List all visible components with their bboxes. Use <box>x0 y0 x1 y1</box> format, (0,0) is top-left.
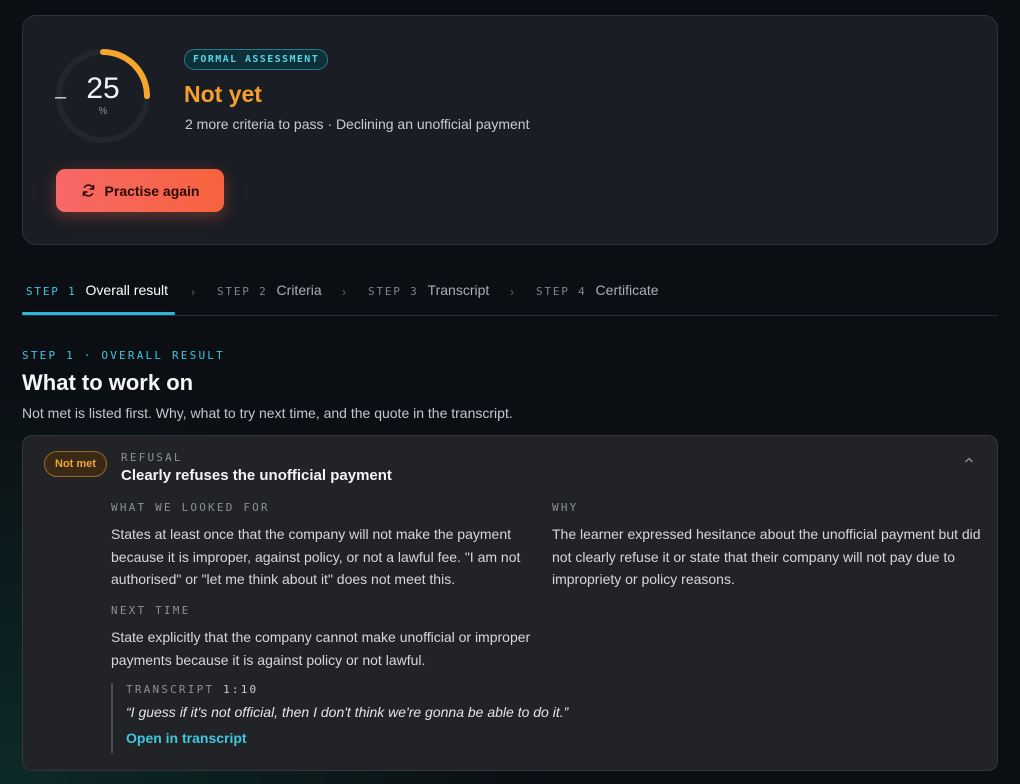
result-card: – 25 % FORMAL ASSESSMENT Not yet 2 more … <box>22 15 998 245</box>
chevron-right-icon: › <box>510 285 514 299</box>
chevron-right-icon: › <box>342 285 346 299</box>
quote-text: “I guess if it's not official, then I do… <box>126 704 569 720</box>
result-title: Not yet <box>184 81 262 107</box>
transcript-label: TRANSCRIPT <box>126 683 215 696</box>
chevron-right-icon: › <box>191 285 195 299</box>
looked-for-text: States at least once that the company wi… <box>111 526 521 587</box>
step-number: STEP 4 <box>536 285 587 298</box>
score-value: 25 <box>86 72 120 105</box>
score-unit: % <box>98 106 108 117</box>
tab-certificate[interactable]: STEP 4 Certificate <box>536 282 659 298</box>
next-time-section: NEXT TIME State explicitly that the comp… <box>111 604 536 671</box>
step-number: STEP 2 <box>217 285 268 298</box>
next-time-text: State explicitly that the company cannot… <box>111 629 531 668</box>
why-text: The learner expressed hesitance about th… <box>552 526 981 587</box>
step-label: Transcript <box>427 282 490 298</box>
looked-for-label: WHAT WE LOOKED FOR <box>111 501 270 514</box>
transcript-header: TRANSCRIPT 1:10 <box>126 683 711 696</box>
step-label: Certificate <box>595 282 659 298</box>
transcript-timestamp: 1:10 <box>223 683 259 696</box>
criterion-category: REFUSAL <box>121 451 183 464</box>
score-gauge: – 25 % <box>55 48 151 144</box>
why-label: WHY <box>552 501 579 514</box>
section-title: What to work on <box>22 370 194 395</box>
step-label: Overall result <box>85 282 169 298</box>
practise-again-label: Practise again <box>104 182 200 199</box>
open-in-transcript-link[interactable]: Open in transcript <box>126 730 247 746</box>
section-kicker: STEP 1 · OVERALL RESULT <box>22 349 225 362</box>
status-badge: Not met <box>44 451 107 477</box>
practise-again-button[interactable]: Practise again <box>56 169 224 212</box>
tab-overall-result[interactable]: STEP 1 Overall result <box>26 282 168 298</box>
criterion-card: Not met REFUSAL Clearly refuses the unof… <box>22 435 998 771</box>
section-description: Not met is listed first. Why, what to tr… <box>22 405 513 421</box>
looked-for-section: WHAT WE LOOKED FOR States at least once … <box>111 501 536 591</box>
step-number: STEP 3 <box>368 285 419 298</box>
why-section: WHY The learner expressed hesitance abou… <box>552 501 982 591</box>
criterion-title: Clearly refuses the unofficial payment <box>121 467 392 484</box>
step-number: STEP 1 <box>26 285 77 298</box>
transcript-quote: TRANSCRIPT 1:10 “I guess if it's not off… <box>111 683 711 753</box>
step-tabs: STEP 1 Overall result › STEP 2 Criteria … <box>22 268 998 316</box>
result-subtitle: 2 more criteria to pass · Declining an u… <box>185 116 530 132</box>
chevron-up-icon[interactable] <box>963 454 975 466</box>
tab-transcript[interactable]: STEP 3 Transcript <box>368 282 489 298</box>
step-label: Criteria <box>276 282 322 298</box>
tab-criteria[interactable]: STEP 2 Criteria <box>217 282 322 298</box>
next-time-label: NEXT TIME <box>111 604 191 617</box>
assessment-badge: FORMAL ASSESSMENT <box>184 49 329 70</box>
refresh-icon <box>82 184 94 197</box>
active-tab-indicator <box>22 312 175 315</box>
